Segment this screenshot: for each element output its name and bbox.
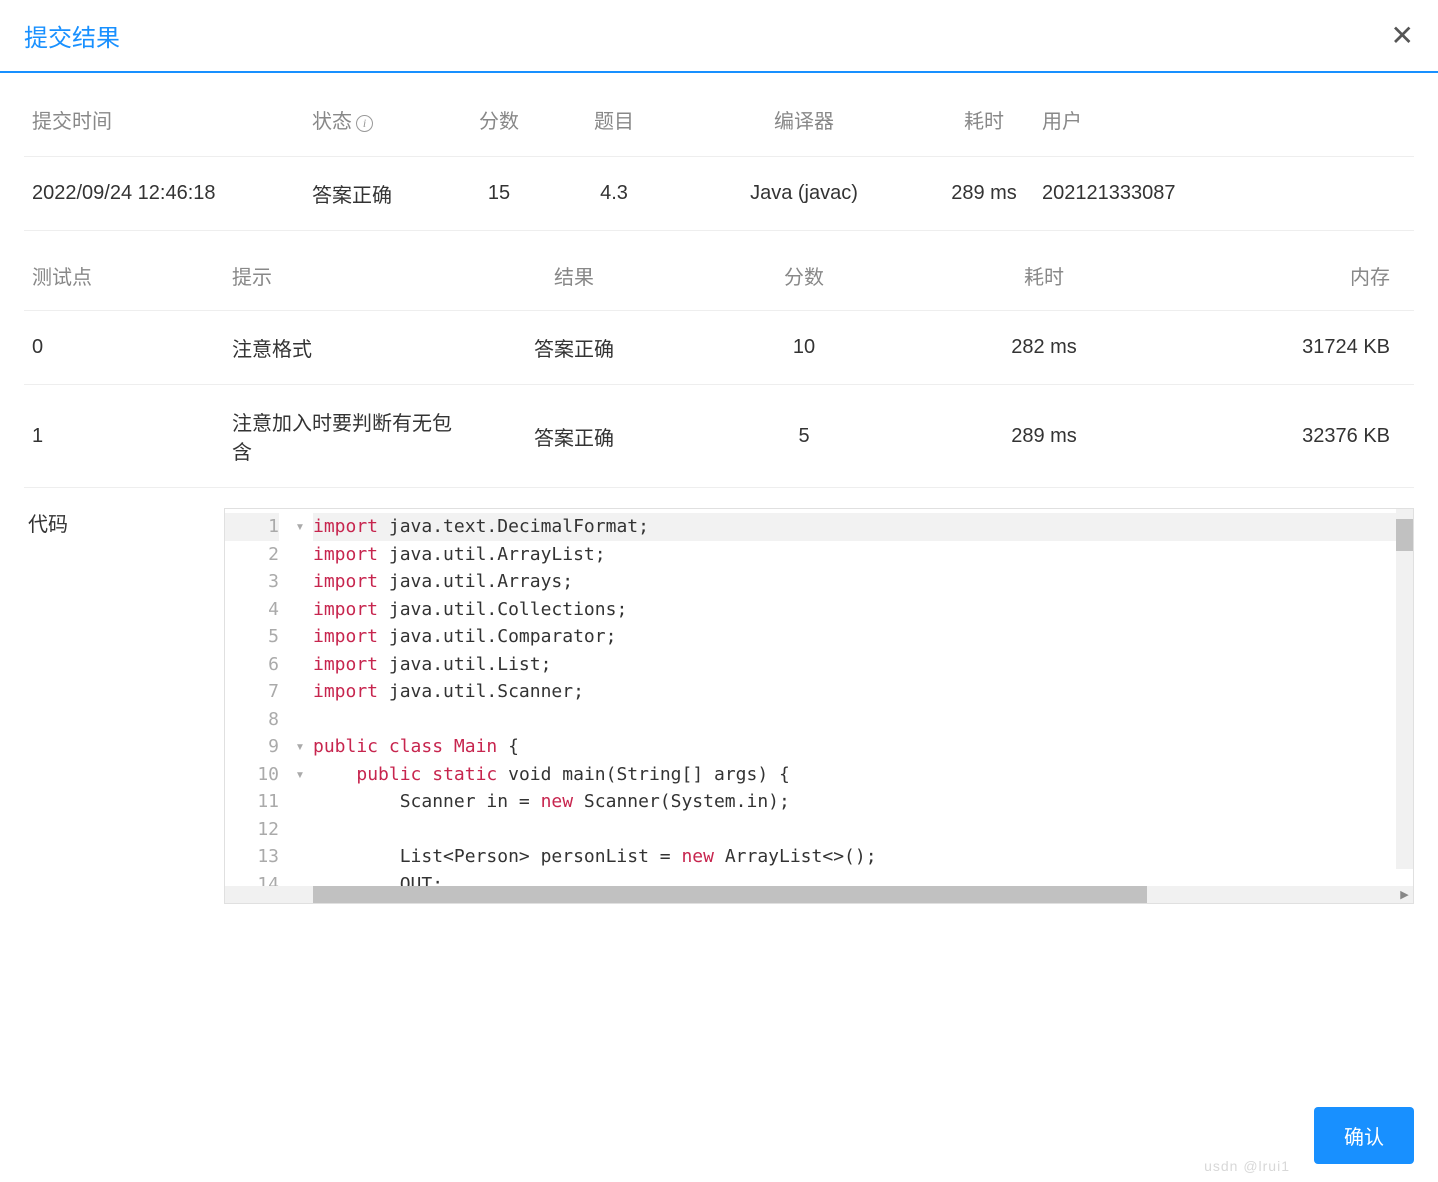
- fold-gutter[interactable]: ▼ ▼ ▼: [295, 509, 313, 886]
- watermark: usdn @lrui1: [1204, 1158, 1290, 1174]
- code-editor[interactable]: 1234567891011121314 ▼ ▼ ▼ import java.text…: [224, 508, 1414, 904]
- col-compiler: 编译器: [674, 73, 934, 157]
- close-icon: ✕: [1391, 20, 1414, 51]
- col-case: 测试点: [24, 241, 224, 311]
- dialog-header: 提交结果 ✕: [0, 0, 1438, 73]
- cell-user: 202121333087: [1034, 157, 1414, 231]
- cell-compiler: Java (javac): [674, 157, 934, 231]
- scrollbar-thumb[interactable]: [313, 886, 1147, 903]
- testcase-table: 测试点 提示 结果 分数 耗时 内存 0注意格式答案正确10282 ms3172…: [24, 241, 1414, 488]
- col-result: 结果: [464, 241, 684, 311]
- submission-result-dialog: 提交结果 ✕ 提交时间 状态i 分数 题目 编译器 耗时 用户 2022/09/…: [0, 0, 1438, 1182]
- cell-result: 答案正确: [464, 311, 684, 385]
- scrollbar-thumb[interactable]: [1396, 519, 1413, 551]
- dialog-footer: 确认: [1314, 1107, 1414, 1164]
- fold-icon[interactable]: ▼: [295, 742, 305, 753]
- cell-hint: 注意加入时要判断有无包含: [224, 385, 464, 488]
- cell-problem-link[interactable]: 4.3: [554, 157, 674, 231]
- cell-tscore: 5: [684, 385, 924, 488]
- col-memory: 内存: [1164, 241, 1414, 311]
- close-button[interactable]: ✕: [1391, 22, 1414, 50]
- cell-memory: 31724 KB: [1164, 311, 1414, 385]
- col-score: 分数: [444, 73, 554, 157]
- cell-elapsed: 289 ms: [934, 157, 1034, 231]
- code-line[interactable]: [313, 706, 1413, 734]
- code-line[interactable]: import java.util.Arrays;: [313, 568, 1413, 596]
- col-user: 用户: [1034, 73, 1414, 157]
- code-lines[interactable]: import java.text.DecimalFormat;import ja…: [313, 509, 1413, 886]
- code-line[interactable]: [313, 816, 1413, 844]
- summary-header-row: 提交时间 状态i 分数 题目 编译器 耗时 用户: [24, 73, 1414, 157]
- col-hint: 提示: [224, 241, 464, 311]
- fold-icon[interactable]: ▼: [295, 522, 305, 533]
- cell-case: 0: [24, 311, 224, 385]
- code-line[interactable]: import java.util.Comparator;: [313, 623, 1413, 651]
- cell-time: 2022/09/24 12:46:18: [24, 157, 304, 231]
- cell-score: 15: [444, 157, 554, 231]
- code-line[interactable]: import java.util.Scanner;: [313, 678, 1413, 706]
- code-line[interactable]: OUT:: [313, 871, 1413, 887]
- code-line[interactable]: import java.util.List;: [313, 651, 1413, 679]
- code-line[interactable]: import java.util.ArrayList;: [313, 541, 1413, 569]
- cell-case: 1: [24, 385, 224, 488]
- table-row: 1注意加入时要判断有无包含答案正确5289 ms32376 KB: [24, 385, 1414, 488]
- scroll-right-icon[interactable]: ▶: [1396, 886, 1413, 903]
- dialog-title: 提交结果: [24, 18, 120, 53]
- table-row: 0注意格式答案正确10282 ms31724 KB: [24, 311, 1414, 385]
- code-line[interactable]: List<Person> personList = new ArrayList<…: [313, 843, 1413, 871]
- cell-status: 答案正确: [304, 157, 444, 231]
- cell-telapsed: 282 ms: [924, 311, 1164, 385]
- dialog-content: 提交时间 状态i 分数 题目 编译器 耗时 用户 2022/09/24 12:4…: [0, 73, 1438, 904]
- col-elapsed: 耗时: [934, 73, 1034, 157]
- line-number-gutter: 1234567891011121314: [225, 509, 295, 886]
- code-line[interactable]: public static void main(String[] args) {: [313, 761, 1413, 789]
- cell-telapsed: 289 ms: [924, 385, 1164, 488]
- col-time: 提交时间: [24, 73, 304, 157]
- vertical-scrollbar[interactable]: [1396, 509, 1413, 869]
- col-problem: 题目: [554, 73, 674, 157]
- code-line[interactable]: import java.util.Collections;: [313, 596, 1413, 624]
- code-label: 代码: [24, 508, 224, 904]
- cell-result: 答案正确: [464, 385, 684, 488]
- code-line[interactable]: import java.text.DecimalFormat;: [313, 513, 1413, 541]
- summary-row: 2022/09/24 12:46:18 答案正确 15 4.3 Java (ja…: [24, 157, 1414, 231]
- cell-tscore: 10: [684, 311, 924, 385]
- testcase-header-row: 测试点 提示 结果 分数 耗时 内存: [24, 241, 1414, 311]
- code-section: 代码 1234567891011121314 ▼ ▼ ▼ import java.t…: [24, 488, 1414, 904]
- confirm-button[interactable]: 确认: [1314, 1107, 1414, 1164]
- cell-hint: 注意格式: [224, 311, 464, 385]
- code-line[interactable]: public class Main {: [313, 733, 1413, 761]
- col-tscore: 分数: [684, 241, 924, 311]
- fold-icon[interactable]: ▼: [295, 770, 305, 781]
- horizontal-scrollbar[interactable]: ▶: [225, 886, 1413, 903]
- code-line[interactable]: Scanner in = new Scanner(System.in);: [313, 788, 1413, 816]
- info-icon[interactable]: i: [356, 115, 373, 132]
- summary-table: 提交时间 状态i 分数 题目 编译器 耗时 用户 2022/09/24 12:4…: [24, 73, 1414, 231]
- cell-memory: 32376 KB: [1164, 385, 1414, 488]
- col-telapsed: 耗时: [924, 241, 1164, 311]
- col-status: 状态i: [304, 73, 444, 157]
